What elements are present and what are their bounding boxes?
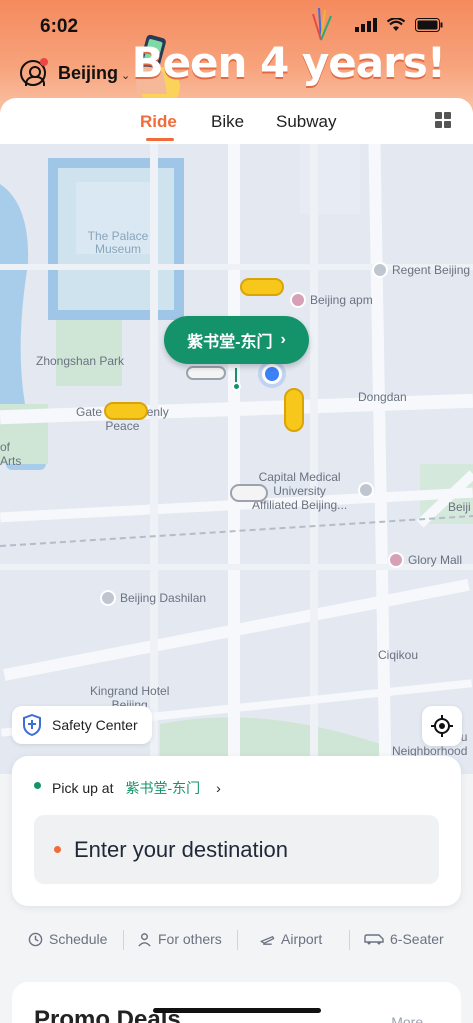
pickup-bubble-label: 紫书堂-东门: [187, 334, 273, 351]
profile-avatar[interactable]: [20, 58, 48, 86]
label-beiji: Beiji: [448, 500, 471, 514]
city-selector[interactable]: Beijing ⌄: [58, 63, 130, 84]
safety-center-button[interactable]: Safety Center: [12, 706, 152, 744]
banner-title: Been 4 years!: [131, 38, 446, 87]
home-indicator: [153, 1008, 321, 1013]
pickup-dot: [34, 782, 41, 789]
grid-menu-icon[interactable]: [435, 112, 451, 128]
car-marker: [240, 278, 284, 296]
pickup-bubble[interactable]: 紫书堂-东门 ›: [164, 316, 309, 364]
battery-icon: [415, 18, 443, 32]
van-icon: [364, 934, 384, 945]
poi-glory-mall[interactable]: Glory Mall: [388, 552, 462, 568]
poi-beijing-apm[interactable]: Beijing apm: [290, 292, 373, 308]
label-zhongshan-park: Zhongshan Park: [36, 354, 125, 368]
map-view[interactable]: The Palace Museum Zhongshan Park Gate of…: [0, 144, 473, 774]
plane-icon: [259, 935, 275, 945]
option-for-others[interactable]: For others: [137, 931, 222, 947]
shopping-icon: [290, 292, 306, 308]
label-palace-museum: The Palace Museum: [87, 229, 149, 256]
wifi-icon: [387, 18, 405, 31]
city-name: Beijing: [58, 62, 119, 83]
pickup-place: 紫书堂-东门: [125, 780, 201, 796]
chevron-right-icon: ›: [216, 780, 221, 796]
divider: [349, 930, 350, 950]
tab-ride[interactable]: Ride: [140, 112, 177, 132]
person-icon: [138, 932, 151, 947]
destination-field[interactable]: [34, 815, 439, 884]
tab-subway[interactable]: Subway: [276, 112, 336, 132]
car-marker: [104, 402, 148, 420]
clock-icon: [28, 932, 43, 946]
signal-icon: [355, 18, 377, 32]
option-airport[interactable]: Airport: [259, 931, 322, 947]
shield-icon: [23, 714, 41, 736]
locate-me-button[interactable]: [422, 706, 462, 746]
booking-card: Pick up at 紫书堂-东门 ›: [12, 756, 461, 906]
map-background: [0, 144, 473, 774]
location-row: Beijing ⌄: [20, 58, 130, 86]
hospital-icon: [358, 482, 374, 498]
car-marker: [230, 484, 268, 502]
shopping-icon: [388, 552, 404, 568]
status-icons: [355, 18, 443, 32]
crosshair-icon: [431, 715, 453, 737]
car-marker: [186, 366, 226, 380]
option-6-seater[interactable]: 6-Seater: [364, 931, 444, 947]
pickup-pin: [232, 382, 241, 391]
header-banner: 6:02 Beijing ⌄ Been 4 years!: [0, 0, 473, 112]
mode-tabs: Ride Bike Subway: [0, 98, 473, 144]
promo-deals-section: Promo Deals More →: [12, 982, 461, 1023]
chevron-right-icon: ›: [280, 331, 286, 348]
destination-dot: [54, 846, 61, 853]
pickup-prefix: Pick up at: [52, 780, 114, 796]
hotel-icon: [372, 262, 388, 278]
divider: [237, 930, 238, 950]
tab-bike[interactable]: Bike: [211, 112, 244, 132]
pickup-row[interactable]: Pick up at 紫书堂-东门 ›: [34, 778, 221, 798]
active-tab-indicator: [146, 138, 174, 141]
label-dongdan: Dongdan: [358, 390, 407, 404]
promo-more-link[interactable]: More →: [391, 1014, 441, 1023]
status-time: 6:02: [40, 16, 79, 37]
my-location-marker: [262, 364, 282, 384]
label-arts: of Arts: [0, 440, 22, 468]
car-marker: [284, 388, 304, 432]
label-ciqikou: Ciqikou: [378, 648, 419, 662]
status-bar: 6:02: [0, 14, 473, 40]
safety-center-label: Safety Center: [52, 717, 138, 733]
firework-icon: [312, 7, 332, 41]
option-schedule[interactable]: Schedule: [28, 931, 107, 947]
poi-regent[interactable]: Regent Beijing: [372, 262, 470, 278]
divider: [123, 930, 124, 950]
destination-input[interactable]: [74, 833, 414, 867]
landmark-icon: [100, 590, 116, 606]
poi-dashilan[interactable]: Beijing Dashilan: [100, 590, 206, 606]
notification-dot: [40, 58, 48, 66]
quick-options: Schedule For others Airport 6-Seater: [0, 924, 473, 954]
